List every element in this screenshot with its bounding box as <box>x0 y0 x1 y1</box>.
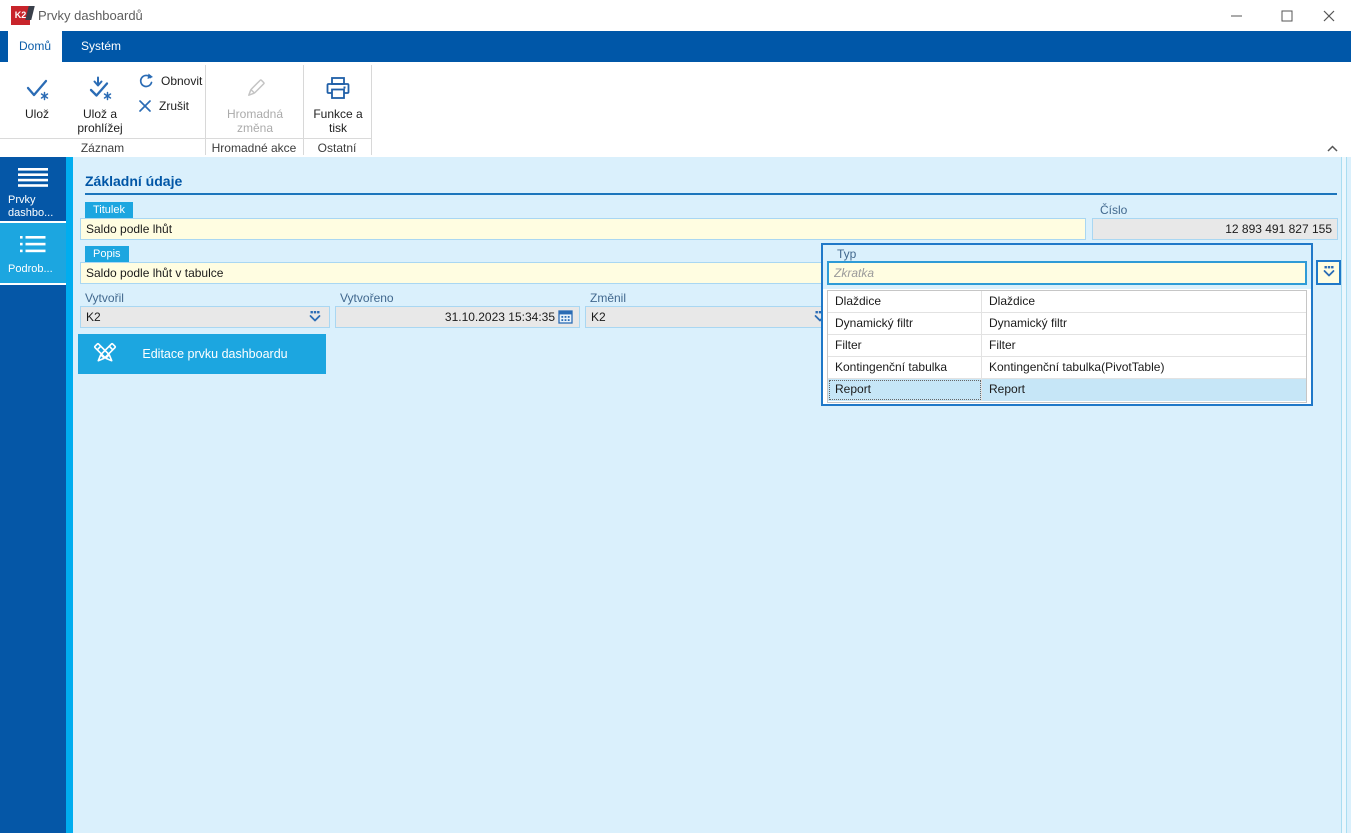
sidebar-accent-strip <box>66 157 73 833</box>
ribbon-group-label-zaznam: Záznam <box>0 138 205 157</box>
typ-dropdown-panel: Typ Dlaždice Dlaždice Dynamický filtr Dy… <box>821 243 1313 406</box>
section-title: Základní údaje <box>85 173 183 189</box>
save-view-icon <box>87 75 114 102</box>
calendar-icon[interactable] <box>558 309 574 324</box>
typ-option-name: Kontingenční tabulka(PivotTable) <box>989 360 1165 374</box>
pencil-icon <box>242 75 269 102</box>
function-print-button-label: Funkce a tisk <box>313 107 363 135</box>
printer-icon <box>324 75 352 102</box>
triple-chevron-down-icon <box>1323 266 1334 277</box>
ribbon-group-label-hromadne-akce: Hromadné akce <box>205 138 303 157</box>
save-and-view-button[interactable]: Ulož a prohlížej <box>64 66 136 136</box>
typ-option[interactable]: Report Report <box>828 379 1306 401</box>
app-window: K2 Prvky dashboardů Domů Systém Ulož Ulo… <box>0 0 1351 833</box>
refresh-button-label: Obnovit <box>161 74 203 88</box>
close-icon <box>1323 10 1334 21</box>
crossed-pencils-icon <box>91 340 119 371</box>
sidebar-item-prvky-dashboardu[interactable]: Prvky dashbo... <box>0 157 66 223</box>
typ-option-abbr: Report <box>828 379 982 401</box>
typ-option[interactable]: Dlaždice Dlaždice <box>828 291 1306 313</box>
detail-list-icon <box>20 236 46 257</box>
k2-logo-icon: K2 <box>11 6 30 25</box>
typ-option-abbr: Dlaždice <box>828 291 982 312</box>
typ-option-name: Dlaždice <box>989 294 1036 308</box>
cislo-label: Číslo <box>1100 203 1128 217</box>
function-print-button[interactable]: Funkce a tisk <box>306 66 370 136</box>
ribbon-tab-bar: Domů Systém <box>0 31 1351 62</box>
close-button[interactable] <box>1306 0 1351 31</box>
ribbon: Ulož Ulož a prohlížej Obnovit Zrušit Hro… <box>0 62 1351 157</box>
save-and-view-button-label: Ulož a prohlížej <box>77 107 123 135</box>
cancel-button-label: Zrušit <box>159 99 189 113</box>
typ-option-list: Dlaždice Dlaždice Dynamický filtr Dynami… <box>827 290 1307 403</box>
typ-option-name: Filter <box>989 338 1016 352</box>
bulk-change-button[interactable]: Hromadná změna <box>210 66 300 136</box>
titulek-input[interactable] <box>80 218 1086 240</box>
tab-system[interactable]: Systém <box>62 31 140 62</box>
maximize-button[interactable] <box>1264 0 1309 31</box>
collapse-ribbon-button[interactable] <box>1322 140 1342 156</box>
sidebar-item-label: Podrob... <box>8 263 53 275</box>
ribbon-group-label-ostatni: Ostatní <box>303 138 371 157</box>
typ-label: Typ <box>837 247 857 261</box>
bulk-change-button-label: Hromadná změna <box>226 107 284 135</box>
zmenil-label: Změnil <box>590 291 627 305</box>
refresh-icon <box>139 73 153 88</box>
titulek-label: Titulek <box>85 202 133 218</box>
content-area: Prvky dashbo... Podrob... Základní údaje… <box>0 157 1351 833</box>
edit-dashboard-element-button[interactable]: Editace prvku dashboardu <box>78 334 326 374</box>
menu-icon <box>18 168 48 192</box>
refresh-button[interactable]: Obnovit <box>138 70 202 92</box>
edit-dashboard-element-label: Editace prvku dashboardu <box>142 347 288 361</box>
sidebar-item-podrobnosti[interactable]: Podrob... <box>0 223 66 285</box>
ribbon-separator <box>371 65 372 155</box>
vytvoril-label: Vytvořil <box>85 291 124 305</box>
typ-option-name: Dynamický filtr <box>989 316 1068 330</box>
save-button-label: Ulož <box>24 107 49 121</box>
cislo-input[interactable] <box>1092 218 1338 240</box>
tab-domu[interactable]: Domů <box>8 31 62 62</box>
zmenil-input[interactable] <box>585 306 835 328</box>
vytvoreno-label: Vytvořeno <box>340 291 394 305</box>
typ-option[interactable]: Dynamický filtr Dynamický filtr <box>828 313 1306 335</box>
popis-label: Popis <box>85 246 129 262</box>
typ-option-name: Report <box>989 382 1026 396</box>
window-titlebar: K2 Prvky dashboardů <box>0 0 1351 31</box>
minimize-button[interactable] <box>1214 0 1259 31</box>
vytvoreno-input[interactable] <box>335 306 580 328</box>
typ-dropdown-button[interactable] <box>1316 260 1341 285</box>
x-icon <box>139 100 151 112</box>
save-button[interactable]: Ulož <box>10 66 64 136</box>
right-edge-strip <box>1341 157 1347 833</box>
typ-option[interactable]: Kontingenční tabulka Kontingenční tabulk… <box>828 357 1306 379</box>
check-star-icon <box>24 75 51 102</box>
section-rule <box>85 193 1337 195</box>
sidebar-item-label: Prvky dashbo... <box>8 194 54 219</box>
typ-option-abbr: Filter <box>828 335 982 356</box>
cancel-button[interactable]: Zrušit <box>138 95 189 117</box>
maximize-icon <box>1281 10 1292 21</box>
window-title: Prvky dashboardů <box>38 8 143 23</box>
typ-option-abbr: Dynamický filtr <box>828 313 982 334</box>
vytvoril-dropdown-icon[interactable] <box>307 310 323 325</box>
typ-option-abbr: Kontingenční tabulka <box>828 357 982 378</box>
typ-search-input[interactable] <box>827 261 1307 285</box>
typ-option[interactable]: Filter Filter <box>828 335 1306 357</box>
minimize-icon <box>1230 15 1242 16</box>
chevron-up-icon <box>1326 144 1338 152</box>
vytvoril-input[interactable] <box>80 306 330 328</box>
